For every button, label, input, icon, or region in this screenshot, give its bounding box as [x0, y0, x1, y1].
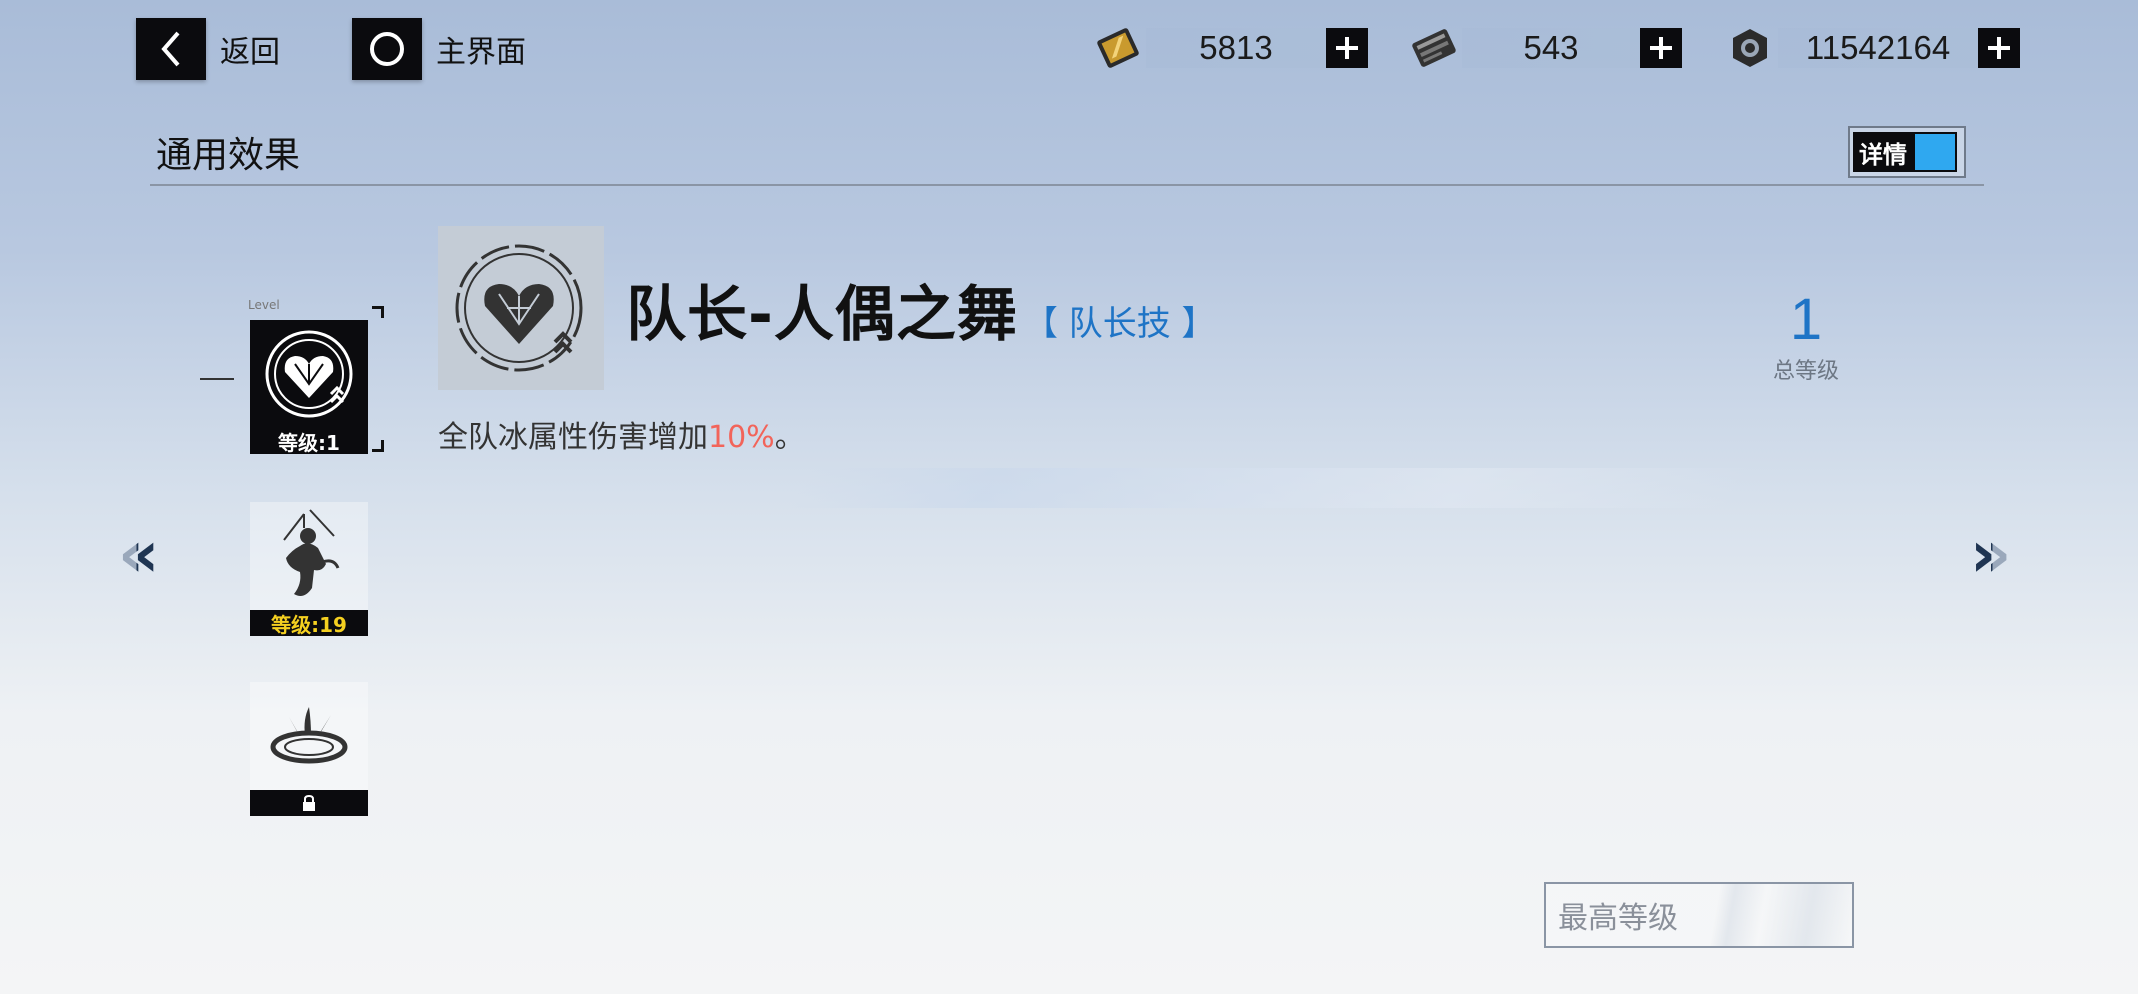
- add-gold-card-button[interactable]: [1326, 28, 1368, 68]
- currency-hex-nut: 11542164: [1722, 26, 2020, 70]
- add-hex-nut-button[interactable]: [1978, 28, 2020, 68]
- section-title: 通用效果: [156, 135, 301, 176]
- skill-level-badge: 等级:19: [250, 610, 368, 637]
- total-level-value: 1: [1789, 287, 1823, 352]
- selection-connector: [200, 378, 234, 380]
- next-arrow-button[interactable]: »: [1970, 518, 2011, 592]
- max-level-label: 最高等级: [1558, 901, 1678, 936]
- lock-icon: [303, 794, 315, 811]
- skill-description: 全队冰属性伤害增加10%。: [438, 412, 805, 456]
- add-black-card-button[interactable]: [1640, 28, 1682, 68]
- currency-gold-card: 5813: [1090, 26, 1368, 70]
- chevron-left-double-icon: «: [118, 518, 160, 592]
- skill-name: 队长-人偶之舞: [626, 280, 1018, 350]
- hex-nut-count: 11542164: [1778, 28, 1978, 68]
- ring-sprout-icon: [250, 682, 368, 790]
- back-arrow-icon: [136, 18, 206, 80]
- section-divider: [150, 184, 1984, 186]
- total-level-label: 总等级: [1772, 359, 1839, 384]
- gold-card-count: 5813: [1146, 28, 1326, 68]
- skill-level-badge: 等级:1: [250, 428, 368, 455]
- selection-bracket-bottom: [372, 440, 384, 452]
- black-card-icon: [1406, 23, 1462, 73]
- skill-desc-suffix: 。: [774, 420, 805, 455]
- home-circle-icon: [352, 18, 422, 80]
- home-label: 主界面: [436, 35, 526, 70]
- max-level-button[interactable]: 最高等级: [1544, 882, 1854, 948]
- skill-slot-selected[interactable]: 等级:1: [250, 320, 368, 455]
- skill-level-caption: Level: [248, 298, 280, 312]
- selection-bracket-top: [372, 306, 384, 318]
- detail-toggle[interactable]: 详情: [1848, 126, 1966, 178]
- skill-desc-highlight: 10%: [708, 420, 775, 455]
- skill-desc-prefix: 全队冰属性伤害增加: [438, 420, 708, 455]
- gold-card-icon: [1090, 23, 1146, 73]
- skill-slot-2[interactable]: 等级:19: [250, 502, 368, 637]
- currency-black-card: 543: [1406, 26, 1682, 70]
- skill-type: 【 队长技 】: [1023, 304, 1216, 344]
- skill-header: 队长-人偶之舞 【 队长技 】: [626, 266, 1216, 353]
- heart-crystal-icon: [455, 244, 583, 372]
- skill-slot-3-locked[interactable]: [250, 682, 368, 816]
- back-button[interactable]: 返回: [136, 18, 280, 80]
- detail-switch-indicator: [1913, 132, 1957, 172]
- hex-nut-icon: [1722, 23, 1778, 73]
- detail-toggle-label: 详情: [1853, 132, 1913, 172]
- skill-locked-badge: [250, 790, 368, 816]
- prev-arrow-button[interactable]: «: [118, 518, 159, 592]
- chevron-right-double-icon: »: [1970, 518, 2012, 592]
- skill-large-icon: [438, 226, 604, 390]
- total-level: 1 总等级: [1766, 286, 1846, 385]
- heart-crystal-icon: [250, 320, 368, 428]
- back-label: 返回: [220, 35, 280, 70]
- home-button[interactable]: 主界面: [352, 18, 526, 80]
- black-card-count: 543: [1462, 28, 1640, 68]
- puppet-dancer-icon: [250, 502, 368, 610]
- decorative-light-streak: [788, 468, 1752, 508]
